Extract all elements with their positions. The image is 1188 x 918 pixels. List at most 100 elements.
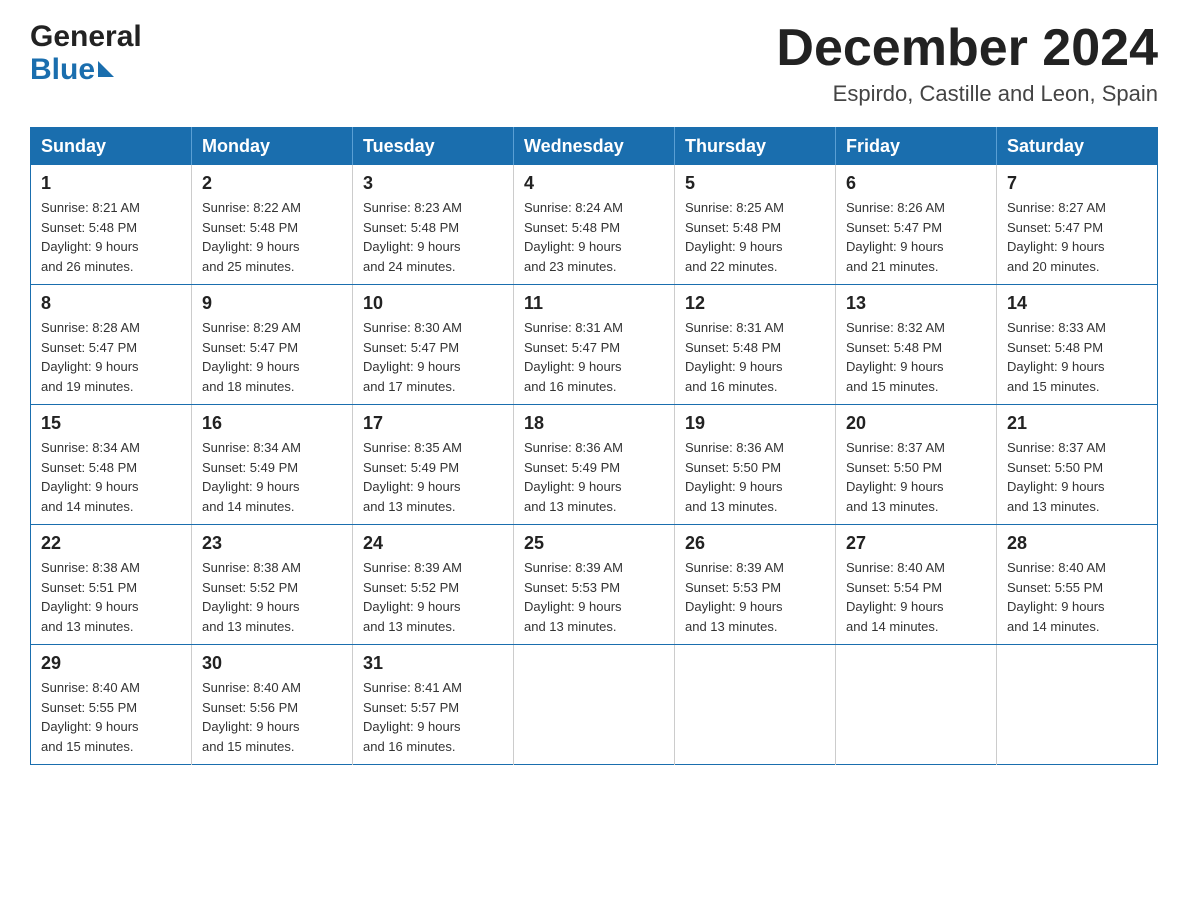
col-header-sunday: Sunday <box>31 128 192 166</box>
calendar-cell: 25 Sunrise: 8:39 AMSunset: 5:53 PMDayligh… <box>514 525 675 645</box>
day-info: Sunrise: 8:36 AMSunset: 5:50 PMDaylight:… <box>685 438 825 516</box>
col-header-monday: Monday <box>192 128 353 166</box>
page-header: General Blue December 2024 Espirdo, Cast… <box>30 20 1158 107</box>
day-number: 3 <box>363 173 503 194</box>
day-number: 11 <box>524 293 664 314</box>
calendar-cell <box>997 645 1158 765</box>
day-number: 6 <box>846 173 986 194</box>
day-number: 27 <box>846 533 986 554</box>
calendar-title: December 2024 <box>776 20 1158 77</box>
day-info: Sunrise: 8:38 AMSunset: 5:52 PMDaylight:… <box>202 558 342 636</box>
day-number: 12 <box>685 293 825 314</box>
day-info: Sunrise: 8:37 AMSunset: 5:50 PMDaylight:… <box>846 438 986 516</box>
calendar-cell: 21Sunrise: 8:37 AMSunset: 5:50 PMDayligh… <box>997 405 1158 525</box>
calendar-cell: 3 Sunrise: 8:23 AMSunset: 5:48 PMDaylight… <box>353 165 514 285</box>
calendar-cell: 23 Sunrise: 8:38 AMSunset: 5:52 PMDayligh… <box>192 525 353 645</box>
calendar-cell: 17 Sunrise: 8:35 AMSunset: 5:49 PMDayligh… <box>353 405 514 525</box>
day-number: 10 <box>363 293 503 314</box>
col-header-tuesday: Tuesday <box>353 128 514 166</box>
logo-blue: Blue <box>30 53 95 86</box>
day-number: 29 <box>41 653 181 674</box>
day-number: 17 <box>363 413 503 434</box>
calendar-header-row: SundayMondayTuesdayWednesdayThursdayFrid… <box>31 128 1158 166</box>
calendar-week-row: 22 Sunrise: 8:38 AMSunset: 5:51 PMDayligh… <box>31 525 1158 645</box>
calendar-cell <box>836 645 997 765</box>
day-info: Sunrise: 8:36 AMSunset: 5:49 PMDaylight:… <box>524 438 664 516</box>
calendar-week-row: 8 Sunrise: 8:28 AMSunset: 5:47 PMDaylight… <box>31 285 1158 405</box>
calendar-cell: 14Sunrise: 8:33 AMSunset: 5:48 PMDayligh… <box>997 285 1158 405</box>
day-info: Sunrise: 8:33 AMSunset: 5:48 PMDaylight:… <box>1007 318 1147 396</box>
col-header-friday: Friday <box>836 128 997 166</box>
calendar-cell: 31Sunrise: 8:41 AMSunset: 5:57 PMDayligh… <box>353 645 514 765</box>
day-info: Sunrise: 8:40 AMSunset: 5:55 PMDaylight:… <box>41 678 181 756</box>
day-number: 15 <box>41 413 181 434</box>
day-number: 9 <box>202 293 342 314</box>
calendar-cell <box>675 645 836 765</box>
day-number: 4 <box>524 173 664 194</box>
col-header-saturday: Saturday <box>997 128 1158 166</box>
calendar-cell: 22 Sunrise: 8:38 AMSunset: 5:51 PMDayligh… <box>31 525 192 645</box>
calendar-cell: 26 Sunrise: 8:39 AMSunset: 5:53 PMDayligh… <box>675 525 836 645</box>
calendar-cell: 20 Sunrise: 8:37 AMSunset: 5:50 PMDayligh… <box>836 405 997 525</box>
day-info: Sunrise: 8:21 AMSunset: 5:48 PMDaylight:… <box>41 198 181 276</box>
day-info: Sunrise: 8:27 AMSunset: 5:47 PMDaylight:… <box>1007 198 1147 276</box>
title-block: December 2024 Espirdo, Castille and Leon… <box>776 20 1158 107</box>
logo-general: General <box>30 20 142 53</box>
day-info: Sunrise: 8:26 AMSunset: 5:47 PMDaylight:… <box>846 198 986 276</box>
day-number: 7 <box>1007 173 1147 194</box>
calendar-table: SundayMondayTuesdayWednesdayThursdayFrid… <box>30 127 1158 765</box>
calendar-cell: 6 Sunrise: 8:26 AMSunset: 5:47 PMDaylight… <box>836 165 997 285</box>
calendar-cell: 8 Sunrise: 8:28 AMSunset: 5:47 PMDaylight… <box>31 285 192 405</box>
col-header-wednesday: Wednesday <box>514 128 675 166</box>
day-info: Sunrise: 8:34 AMSunset: 5:48 PMDaylight:… <box>41 438 181 516</box>
day-number: 5 <box>685 173 825 194</box>
calendar-cell: 11Sunrise: 8:31 AMSunset: 5:47 PMDayligh… <box>514 285 675 405</box>
calendar-cell: 12Sunrise: 8:31 AMSunset: 5:48 PMDayligh… <box>675 285 836 405</box>
day-info: Sunrise: 8:34 AMSunset: 5:49 PMDaylight:… <box>202 438 342 516</box>
day-number: 23 <box>202 533 342 554</box>
logo: General Blue <box>30 20 142 86</box>
day-info: Sunrise: 8:24 AMSunset: 5:48 PMDaylight:… <box>524 198 664 276</box>
col-header-thursday: Thursday <box>675 128 836 166</box>
calendar-cell: 2Sunrise: 8:22 AMSunset: 5:48 PMDaylight… <box>192 165 353 285</box>
day-info: Sunrise: 8:39 AMSunset: 5:53 PMDaylight:… <box>685 558 825 636</box>
day-info: Sunrise: 8:35 AMSunset: 5:49 PMDaylight:… <box>363 438 503 516</box>
day-number: 22 <box>41 533 181 554</box>
day-info: Sunrise: 8:22 AMSunset: 5:48 PMDaylight:… <box>202 198 342 276</box>
day-number: 16 <box>202 413 342 434</box>
calendar-cell: 9 Sunrise: 8:29 AMSunset: 5:47 PMDaylight… <box>192 285 353 405</box>
calendar-cell: 27 Sunrise: 8:40 AMSunset: 5:54 PMDayligh… <box>836 525 997 645</box>
day-number: 28 <box>1007 533 1147 554</box>
calendar-cell: 5Sunrise: 8:25 AMSunset: 5:48 PMDaylight… <box>675 165 836 285</box>
day-info: Sunrise: 8:28 AMSunset: 5:47 PMDaylight:… <box>41 318 181 396</box>
day-info: Sunrise: 8:38 AMSunset: 5:51 PMDaylight:… <box>41 558 181 636</box>
day-info: Sunrise: 8:32 AMSunset: 5:48 PMDaylight:… <box>846 318 986 396</box>
calendar-week-row: 29 Sunrise: 8:40 AMSunset: 5:55 PMDayligh… <box>31 645 1158 765</box>
day-info: Sunrise: 8:40 AMSunset: 5:56 PMDaylight:… <box>202 678 342 756</box>
day-number: 8 <box>41 293 181 314</box>
day-info: Sunrise: 8:30 AMSunset: 5:47 PMDaylight:… <box>363 318 503 396</box>
calendar-cell: 18 Sunrise: 8:36 AMSunset: 5:49 PMDayligh… <box>514 405 675 525</box>
day-info: Sunrise: 8:23 AMSunset: 5:48 PMDaylight:… <box>363 198 503 276</box>
day-number: 20 <box>846 413 986 434</box>
day-number: 30 <box>202 653 342 674</box>
day-number: 24 <box>363 533 503 554</box>
calendar-cell: 15 Sunrise: 8:34 AMSunset: 5:48 PMDayligh… <box>31 405 192 525</box>
day-number: 18 <box>524 413 664 434</box>
day-number: 19 <box>685 413 825 434</box>
day-number: 25 <box>524 533 664 554</box>
calendar-cell: 29 Sunrise: 8:40 AMSunset: 5:55 PMDayligh… <box>31 645 192 765</box>
calendar-cell: 16 Sunrise: 8:34 AMSunset: 5:49 PMDayligh… <box>192 405 353 525</box>
calendar-cell: 1Sunrise: 8:21 AMSunset: 5:48 PMDaylight… <box>31 165 192 285</box>
calendar-cell: 19 Sunrise: 8:36 AMSunset: 5:50 PMDayligh… <box>675 405 836 525</box>
day-number: 26 <box>685 533 825 554</box>
day-number: 13 <box>846 293 986 314</box>
day-info: Sunrise: 8:41 AMSunset: 5:57 PMDaylight:… <box>363 678 503 756</box>
calendar-week-row: 15 Sunrise: 8:34 AMSunset: 5:48 PMDayligh… <box>31 405 1158 525</box>
calendar-cell: 13 Sunrise: 8:32 AMSunset: 5:48 PMDayligh… <box>836 285 997 405</box>
day-info: Sunrise: 8:39 AMSunset: 5:53 PMDaylight:… <box>524 558 664 636</box>
calendar-cell: 24Sunrise: 8:39 AMSunset: 5:52 PMDayligh… <box>353 525 514 645</box>
day-info: Sunrise: 8:29 AMSunset: 5:47 PMDaylight:… <box>202 318 342 396</box>
calendar-subtitle: Espirdo, Castille and Leon, Spain <box>776 81 1158 107</box>
day-info: Sunrise: 8:40 AMSunset: 5:54 PMDaylight:… <box>846 558 986 636</box>
